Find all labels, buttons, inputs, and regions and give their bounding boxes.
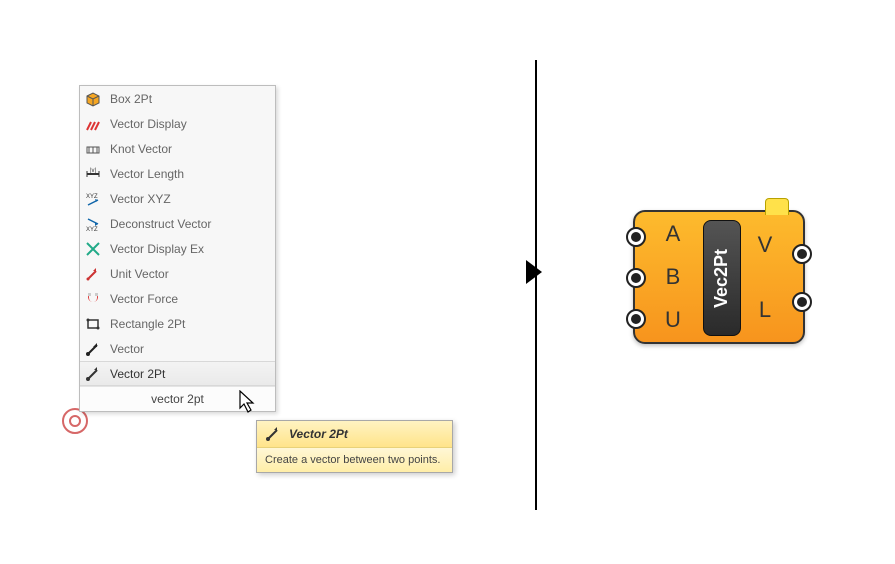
box-icon	[84, 90, 102, 108]
vector-icon	[84, 340, 102, 358]
menu-item-vector-force[interactable]: Vector Force	[80, 286, 275, 311]
menu-item-label: Vector Force	[110, 292, 269, 306]
decon-icon: XYZ	[84, 215, 102, 233]
menu-item-label: Rectangle 2Pt	[110, 317, 269, 331]
menu-item-label: Vector 2Pt	[110, 367, 269, 381]
menu-item-label: Vector	[110, 342, 269, 356]
xyz-icon: XYZ	[84, 190, 102, 208]
gh-component-vec2pt[interactable]: A B U Vec2Pt V L	[633, 210, 805, 344]
menu-item-label: Vector XYZ	[110, 192, 269, 206]
menu-item-rectangle-2pt[interactable]: Rectangle 2Pt	[80, 311, 275, 336]
menu-item-vector-2pt[interactable]: Vector 2Pt	[80, 361, 275, 386]
vec-display-icon	[84, 115, 102, 133]
menu-item-vector-display[interactable]: Vector Display	[80, 111, 275, 136]
component-inputs: A B U	[643, 212, 703, 342]
output-label: V	[758, 232, 773, 258]
output-grip[interactable]	[792, 244, 812, 264]
input-label: U	[665, 307, 681, 333]
arrow-right-icon	[526, 260, 542, 284]
menu-item-unit-vector[interactable]: Unit Vector	[80, 261, 275, 286]
input-label: B	[666, 264, 681, 290]
svg-text:XYZ: XYZ	[86, 227, 98, 232]
menu-item-deconstruct-vector[interactable]: XYZ Deconstruct Vector	[80, 211, 275, 236]
input-label: A	[666, 221, 681, 247]
svg-text:XYZ: XYZ	[86, 194, 98, 200]
vec-disp-ex-icon	[84, 240, 102, 258]
menu-item-box-2pt[interactable]: Box 2Pt	[80, 86, 275, 111]
knot-icon	[84, 140, 102, 158]
vec-len-icon: |v|	[84, 165, 102, 183]
tooltip-title: Vector 2Pt	[289, 427, 348, 441]
search-input[interactable]	[80, 391, 275, 407]
vec2pt-icon	[84, 365, 102, 383]
menu-item-label: Deconstruct Vector	[110, 217, 269, 231]
component-name: Vec2Pt	[712, 248, 733, 307]
component-outputs: V L	[735, 212, 795, 342]
component-tooltip: Vector 2Pt Create a vector between two p…	[256, 420, 453, 473]
vertical-divider	[535, 60, 537, 510]
menu-item-vector[interactable]: Vector	[80, 336, 275, 361]
output-grip[interactable]	[792, 292, 812, 312]
menu-item-vector-length[interactable]: |v| Vector Length	[80, 161, 275, 186]
menu-item-vector-xyz[interactable]: XYZ Vector XYZ	[80, 186, 275, 211]
vec2pt-icon	[265, 426, 281, 442]
grasshopper-canvas[interactable]: Box 2Pt Vector Display Knot Vector |v| Vecto…	[0, 0, 895, 564]
menu-item-label: Unit Vector	[110, 267, 269, 281]
rect-icon	[84, 315, 102, 333]
menu-item-label: Vector Display	[110, 117, 269, 131]
menu-item-vector-display-ex[interactable]: Vector Display Ex	[80, 236, 275, 261]
magnet-icon	[84, 290, 102, 308]
menu-item-label: Vector Display Ex	[110, 242, 269, 256]
svg-text:|v|: |v|	[90, 168, 97, 174]
search-input-row[interactable]	[80, 386, 275, 411]
tooltip-body: Create a vector between two points.	[257, 448, 452, 472]
component-search-menu[interactable]: Box 2Pt Vector Display Knot Vector |v| Vecto…	[79, 85, 276, 412]
unit-vec-icon	[84, 265, 102, 283]
output-label: L	[759, 297, 771, 323]
menu-item-knot-vector[interactable]: Knot Vector	[80, 136, 275, 161]
menu-item-label: Vector Length	[110, 167, 269, 181]
menu-item-label: Box 2Pt	[110, 92, 269, 106]
menu-item-label: Knot Vector	[110, 142, 269, 156]
